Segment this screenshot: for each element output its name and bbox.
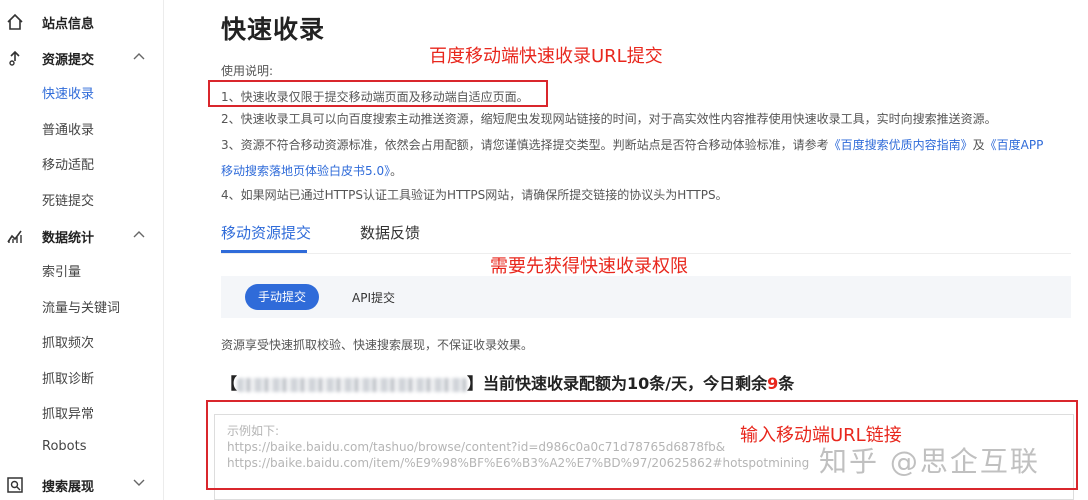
sidebar-item-index-count[interactable]: 索引量 bbox=[42, 261, 81, 280]
sidebar-group-label: 数据统计 bbox=[42, 231, 95, 246]
whitepaper-link-part1[interactable]: 《百度APP bbox=[985, 138, 1044, 152]
instruction-3-cont: 移动搜索落地页体验白皮书5.0》。 bbox=[221, 162, 402, 179]
quota-unit: 条 bbox=[778, 374, 795, 393]
chevron-up-icon[interactable] bbox=[133, 230, 145, 238]
page-title: 快速收录 bbox=[221, 15, 326, 44]
sidebar-item-fast-index[interactable]: 快速收录 bbox=[42, 83, 94, 102]
api-submit-button[interactable]: API提交 bbox=[352, 289, 395, 306]
sidebar-item-traffic-keywords[interactable]: 流量与关键词 bbox=[42, 297, 120, 316]
sidebar-group-label: 资源提交 bbox=[42, 53, 95, 68]
sidebar-item-mobile-adapt[interactable]: 移动适配 bbox=[42, 154, 94, 173]
sidebar: 站点信息 资源提交 快速收录 普通收录 移动适配 死链提交 数据统计 索引量 流… bbox=[0, 0, 164, 500]
sidebar-item-dead-link[interactable]: 死链提交 bbox=[42, 190, 94, 209]
whitepaper-link-part2[interactable]: 移动搜索落地页体验白皮书5.0》 bbox=[221, 164, 390, 178]
manual-submit-button[interactable]: 手动提交 bbox=[245, 284, 319, 310]
sidebar-group-label: 站点信息 bbox=[42, 17, 95, 32]
sidebar-item-normal-index[interactable]: 普通收录 bbox=[42, 119, 94, 138]
tab-data-feedback[interactable]: 数据反馈 bbox=[360, 222, 420, 243]
tab-mobile-submit[interactable]: 移动资源提交 bbox=[221, 222, 311, 243]
instruction-4: 4、如果网站已通过HTTPS认证工具验证为HTTPS网站，请确保所提交链接的协议… bbox=[221, 188, 728, 202]
chevron-down-icon[interactable] bbox=[133, 479, 145, 487]
sidebar-group-data-stats[interactable]: 数据统计 bbox=[0, 220, 164, 250]
sidebar-item-crawl-errors[interactable]: 抓取异常 bbox=[42, 403, 94, 422]
submit-description: 资源享受快速抓取校验、快速搜索展现，不保证收录效果。 bbox=[221, 338, 534, 352]
stats-icon bbox=[7, 230, 22, 243]
instruction-2: 2、快速收录工具可以向百度搜索主动推送资源，缩短爬虫发现网站链接的时间，对于高实… bbox=[221, 112, 997, 126]
sidebar-group-resource-submit[interactable]: 资源提交 bbox=[0, 42, 164, 72]
annotation-middle: 需要先获得快速收录权限 bbox=[490, 256, 688, 277]
chevron-up-icon[interactable] bbox=[133, 52, 145, 60]
sidebar-group-label: 搜索展现 bbox=[42, 480, 95, 495]
quota-text: 】当前快速收录配额为10条/天，今日剩余 bbox=[467, 374, 768, 393]
submit-icon bbox=[9, 50, 20, 66]
home-icon bbox=[7, 13, 23, 30]
sidebar-item-crawl-frequency[interactable]: 抓取频次 bbox=[42, 332, 94, 351]
sidebar-item-robots[interactable]: Robots bbox=[42, 439, 86, 454]
quota-open-bracket: 【 bbox=[221, 374, 238, 393]
blurred-site-name bbox=[237, 377, 468, 392]
sidebar-group-search-display[interactable]: 搜索展现 bbox=[0, 469, 164, 499]
quota-line: 【 】当前快速收录配额为10条/天，今日剩余9条 bbox=[221, 370, 794, 394]
watermark: 知乎 @思企互联 bbox=[819, 445, 1040, 478]
instruction-3-and: 及 bbox=[972, 138, 985, 152]
quota-remaining: 9 bbox=[767, 374, 779, 393]
tab-bar: 移动资源提交 数据反馈 bbox=[221, 222, 1071, 254]
submit-mode-bar: 手动提交 API提交 bbox=[221, 276, 1071, 318]
main-content: 快速收录 百度移动端快速收录URL提交 使用说明: 1、快速收录仅限于提交移动端… bbox=[164, 0, 1088, 500]
instruction-1: 1、快速收录仅限于提交移动端页面及移动端自适应页面。 bbox=[221, 90, 529, 104]
search-display-icon bbox=[7, 477, 23, 493]
sidebar-item-crawl-diagnosis[interactable]: 抓取诊断 bbox=[42, 368, 94, 387]
instructions-heading: 使用说明: bbox=[221, 64, 274, 78]
active-tab-indicator bbox=[221, 250, 307, 253]
instruction-3-text: 3、资源不符合移动资源标准，依然会占用配额，请您谨慎选择提交类型。判断站点是否符… bbox=[221, 138, 829, 152]
instruction-3: 3、资源不符合移动资源标准，依然会占用配额，请您谨慎选择提交类型。判断站点是否符… bbox=[221, 136, 1043, 153]
instruction-3-end: 。 bbox=[390, 164, 403, 178]
sidebar-group-site-info[interactable]: 站点信息 bbox=[0, 6, 164, 36]
quality-guide-link[interactable]: 《百度搜索优质内容指南》 bbox=[829, 138, 973, 152]
annotation-top: 百度移动端快速收录URL提交 bbox=[429, 46, 663, 67]
